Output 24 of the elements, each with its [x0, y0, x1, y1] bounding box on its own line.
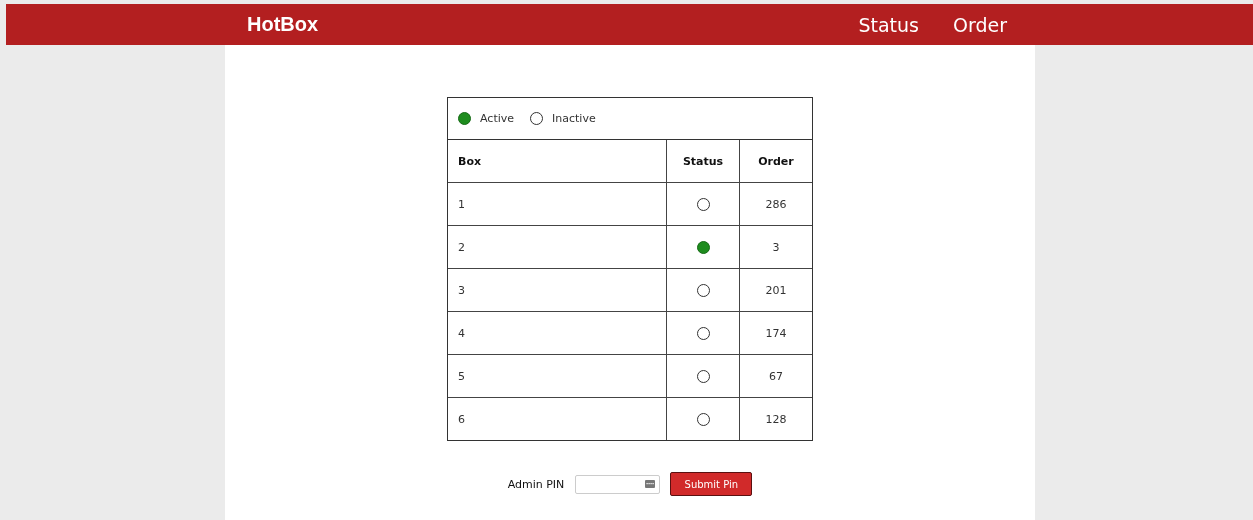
- table-cell: 1: [448, 183, 667, 225]
- brand-logo[interactable]: HotBox: [247, 13, 319, 36]
- pin-label: Admin PIN: [507, 477, 565, 491]
- table-cell-text: 67: [768, 368, 784, 385]
- table-cell-text: 286: [764, 196, 788, 213]
- table-cell: 6: [448, 398, 667, 440]
- column-header: Status: [667, 140, 740, 182]
- table-cell-text: 174: [764, 325, 788, 342]
- table-cell-text: 201: [764, 282, 788, 299]
- column-header: Order: [757, 153, 795, 170]
- nav-link[interactable]: Order: [947, 13, 1013, 36]
- table-cell: 5: [448, 355, 667, 397]
- legend-label: Inactive: [552, 112, 596, 125]
- legend-label: Active: [480, 112, 515, 125]
- table-cell: 3: [448, 269, 667, 311]
- table-cell-text: 3: [771, 239, 781, 256]
- table-cell: 4: [448, 312, 667, 354]
- pin-field[interactable]: [575, 474, 661, 494]
- nav-link[interactable]: Status: [852, 13, 925, 36]
- submit-button[interactable]: Submit Pin: [670, 472, 753, 496]
- keyboard-icon: [645, 479, 656, 488]
- column-header: Box: [448, 140, 667, 182]
- table-cell-text: 128: [764, 411, 788, 428]
- table-cell: 2: [448, 226, 667, 268]
